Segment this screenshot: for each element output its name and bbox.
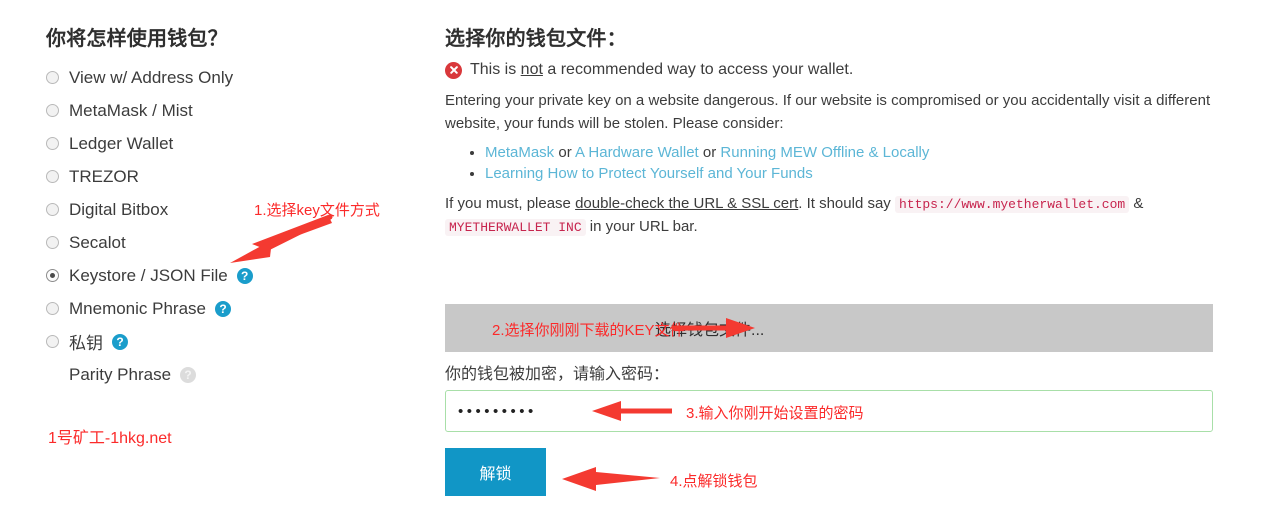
help-question-icon: ? xyxy=(180,366,197,383)
warning-text: This is not a recommended way to access … xyxy=(470,61,853,79)
access-method-label: View w/ Address Only xyxy=(69,67,234,87)
password-masked-value: ••••••••• xyxy=(458,402,537,420)
access-method-option[interactable]: View w/ Address Only xyxy=(46,61,426,94)
ssl-amp-text: & xyxy=(1129,194,1144,212)
left-panel-heading: 你将怎样使用钱包？ xyxy=(46,28,228,50)
company-name-code: MYETHERWALLET INC xyxy=(445,218,586,236)
access-method-label: Mnemonic Phrase xyxy=(69,298,207,318)
select-wallet-file-label: 选择钱包文件... xyxy=(655,322,765,339)
radio-button-icon[interactable] xyxy=(46,104,59,117)
radio-button-icon[interactable] xyxy=(46,236,59,249)
annotation-step-4-text: 4.点解锁钱包 xyxy=(670,473,758,490)
ssl-middle-text: . It should say xyxy=(798,194,895,212)
radio-button-icon[interactable] xyxy=(46,269,59,282)
access-method-radio-list: View w/ Address Only MetaMask / Mist Ledge… xyxy=(46,61,426,391)
access-method-option: Parity Phrase? xyxy=(46,358,426,391)
access-method-label: Keystore / JSON File xyxy=(69,265,228,285)
warning-text-emphasis: not xyxy=(520,61,543,78)
access-method-option[interactable]: Secalot xyxy=(46,226,426,259)
select-wallet-file-button[interactable]: 选择钱包文件... xyxy=(445,304,1213,352)
radio-button-icon[interactable] xyxy=(46,302,59,315)
error-circle-x-icon xyxy=(445,61,462,79)
access-method-label: Secalot xyxy=(69,232,126,252)
ssl-tail-text: in your URL bar. xyxy=(585,217,698,235)
access-method-label: 私钥 xyxy=(69,334,103,353)
help-question-icon[interactable]: ? xyxy=(236,267,253,284)
warning-paragraph: Entering your private key on a website d… xyxy=(445,92,1211,133)
access-method-option[interactable]: Ledger Wallet xyxy=(46,127,426,160)
access-method-label: Parity Phrase xyxy=(69,364,172,384)
password-input[interactable]: ••••••••• xyxy=(445,390,1213,432)
annotation-arrow-4-icon xyxy=(562,467,660,491)
access-method-option[interactable]: Digital Bitbox xyxy=(46,193,426,226)
access-method-option[interactable]: Keystore / JSON File? xyxy=(46,259,426,292)
wallet-file-panel: 选择你的钱包文件： This is not a recommended way … xyxy=(445,22,1215,246)
radio-button-icon[interactable] xyxy=(46,335,59,348)
radio-button-icon[interactable] xyxy=(46,71,59,84)
ssl-check-line: If you must, please double-check the URL… xyxy=(445,192,1215,239)
access-method-label: TREZOR xyxy=(69,166,139,186)
help-question-icon[interactable]: ? xyxy=(215,300,232,317)
ssl-lead-text: If you must, please xyxy=(445,194,576,212)
help-question-icon[interactable]: ? xyxy=(112,333,128,350)
site-url-code: https://www.myetherwallet.com xyxy=(894,195,1130,213)
access-method-option[interactable]: 私钥? xyxy=(46,325,426,358)
alternative-link[interactable]: Running MEW Offline & Locally xyxy=(720,144,929,161)
unlock-button[interactable]: 解锁 xyxy=(445,448,546,496)
radio-button-icon[interactable] xyxy=(46,203,59,216)
warning-text-before: This is xyxy=(470,61,521,78)
url-ssl-cert-link[interactable]: double-check the URL & SSL cert xyxy=(575,195,798,212)
alternative-separator-text: or xyxy=(698,143,721,161)
radio-button-icon[interactable] xyxy=(46,137,59,150)
alternative-separator-text: or xyxy=(554,143,576,161)
radio-button-icon[interactable] xyxy=(46,170,59,183)
alternative-list-item: Learning How to Protect Yourself and You… xyxy=(485,165,1215,182)
not-recommended-warning: This is not a recommended way to access … xyxy=(445,61,1215,79)
password-prompt-label: 你的钱包被加密，请输入密码： xyxy=(445,366,670,383)
alternative-link[interactable]: Learning How to Protect Yourself and You… xyxy=(485,165,813,182)
access-method-option[interactable]: TREZOR xyxy=(46,160,426,193)
access-method-option[interactable]: MetaMask / Mist xyxy=(46,94,426,127)
watermark-text: 1号矿工-1hkg.net xyxy=(48,430,172,447)
wallet-access-method-panel: 你将怎样使用钱包？ View w/ Address Only MetaMask /… xyxy=(46,22,426,391)
warning-text-after: a recommended way to access your wallet. xyxy=(542,61,854,78)
access-method-label: MetaMask / Mist xyxy=(69,100,193,120)
access-method-option[interactable]: Mnemonic Phrase? xyxy=(46,292,426,325)
access-method-label: Digital Bitbox xyxy=(69,199,169,219)
alternative-list-item: MetaMask or A Hardware Wallet or Running… xyxy=(485,144,1215,161)
alternative-link[interactable]: A Hardware Wallet xyxy=(575,144,699,161)
access-method-label: Ledger Wallet xyxy=(69,133,174,153)
alternative-link[interactable]: MetaMask xyxy=(485,144,554,161)
alternatives-list: MetaMask or A Hardware Wallet or Running… xyxy=(445,144,1215,182)
right-panel-heading: 选择你的钱包文件： xyxy=(445,28,627,50)
